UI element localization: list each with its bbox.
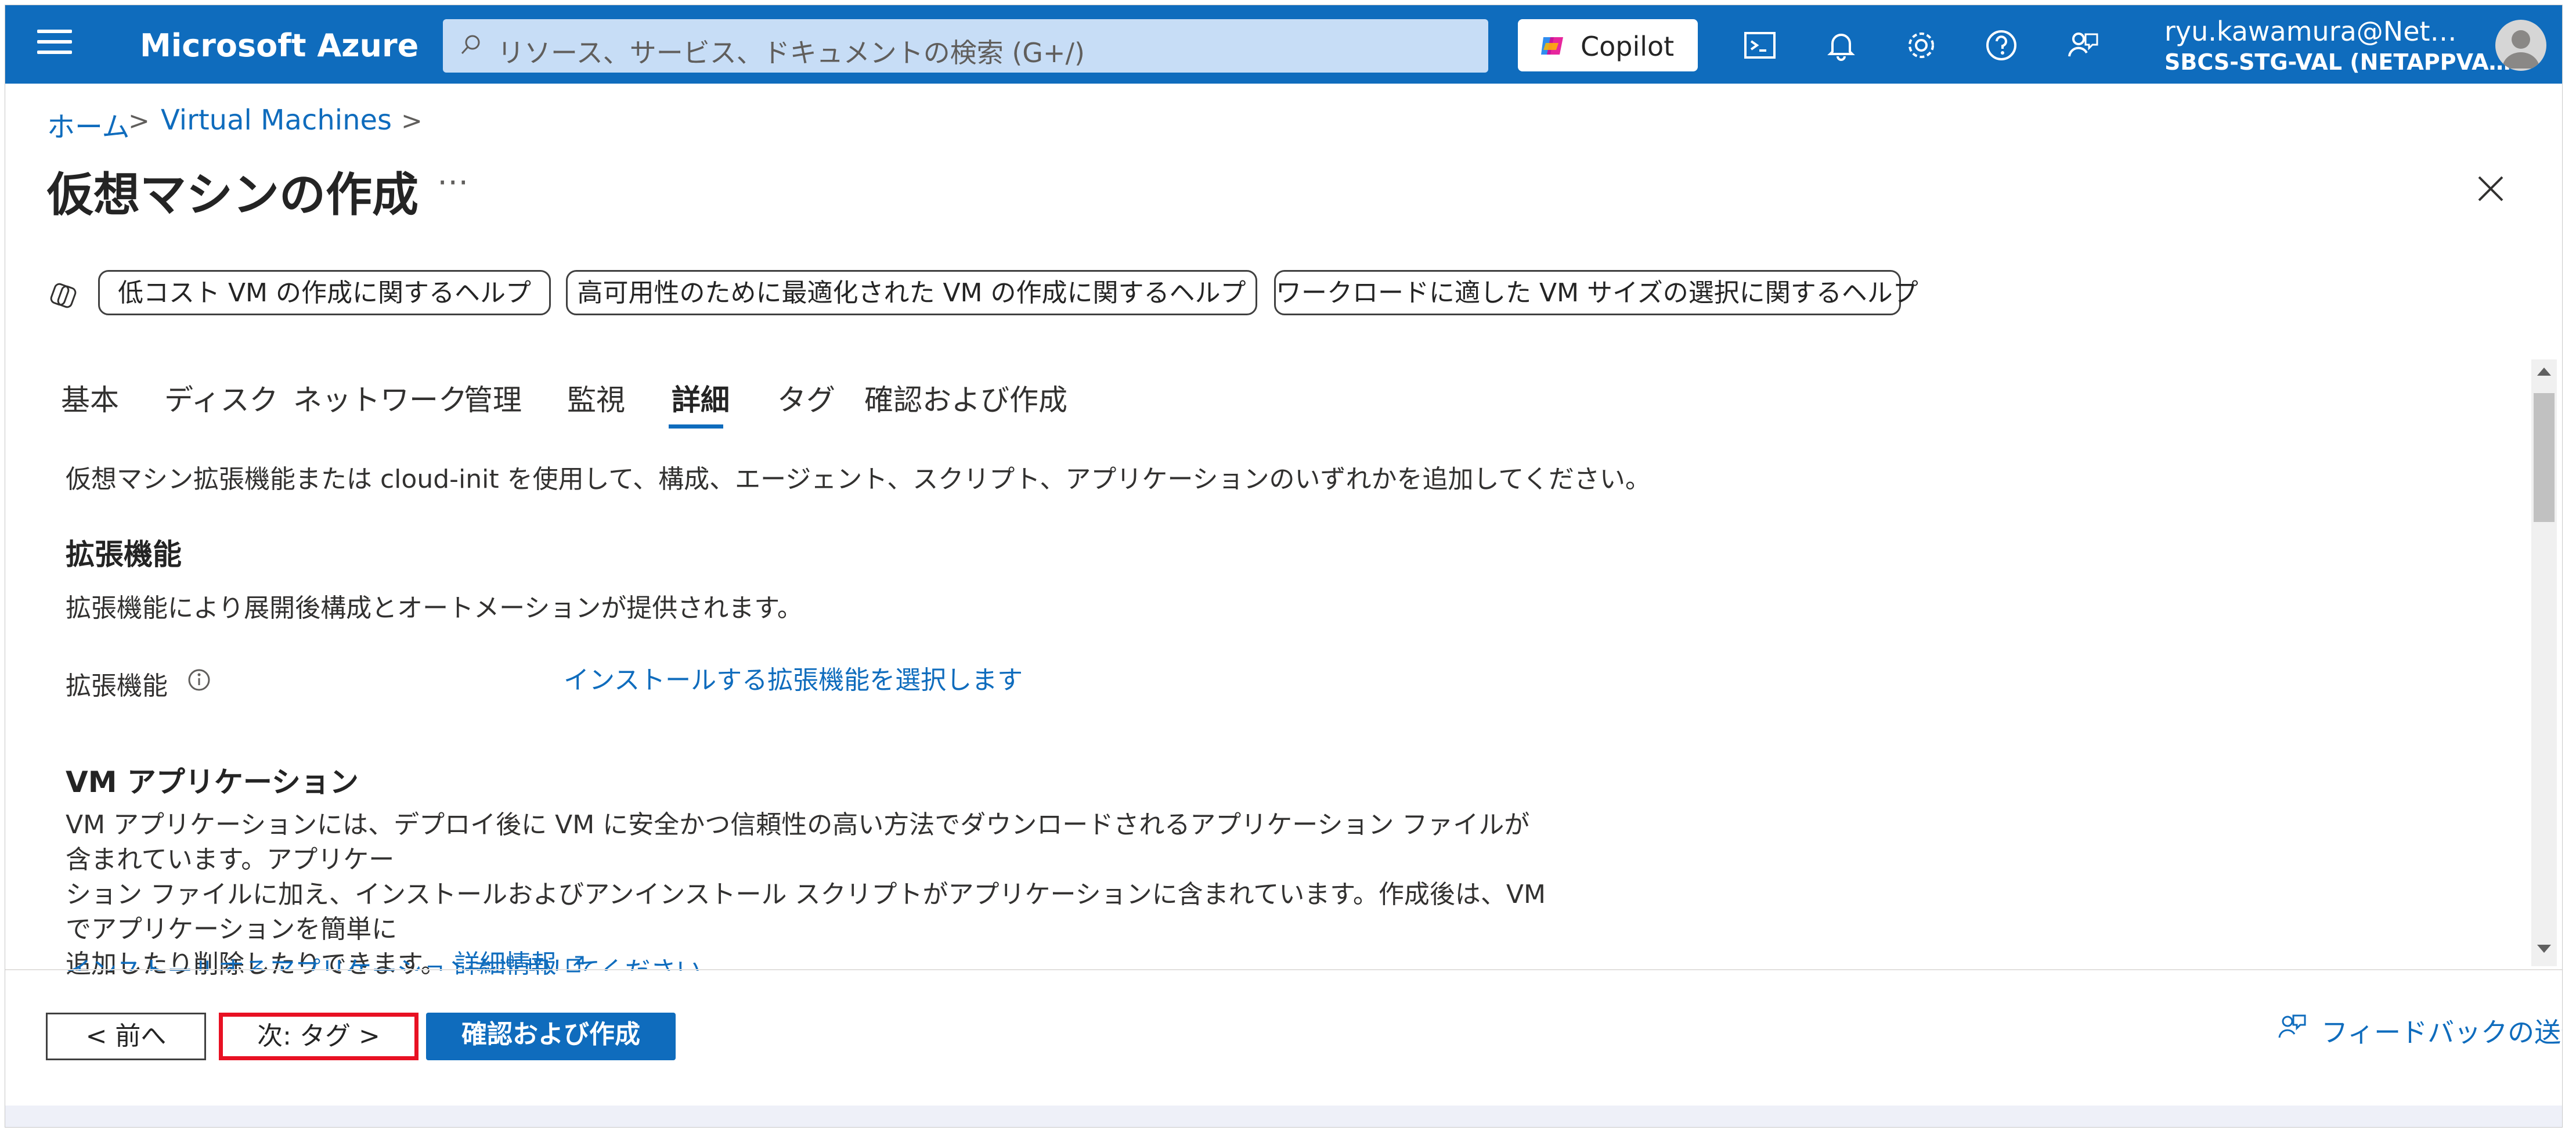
vm-applications-line-2: ション ファイルに加え、インストールおよびアンインストール スクリプトがアプリケ… xyxy=(66,880,1546,944)
help-icon[interactable] xyxy=(1982,26,2021,64)
scrollbar-thumb[interactable] xyxy=(2534,393,2555,522)
close-icon[interactable] xyxy=(2474,172,2507,205)
tab-tags[interactable]: タグ xyxy=(777,377,835,419)
info-icon[interactable] xyxy=(186,667,212,693)
tab-disks[interactable]: ディスク xyxy=(164,377,279,419)
scroll-up-arrow-icon[interactable] xyxy=(2537,368,2551,376)
scroll-down-arrow-icon[interactable] xyxy=(2537,945,2551,953)
review-create-button[interactable]: 確認および作成 xyxy=(426,1013,676,1060)
feedback-icon[interactable] xyxy=(2275,1010,2308,1043)
help-low-cost-vm-button[interactable]: 低コスト VM の作成に関するヘルプ xyxy=(98,270,551,315)
search-icon xyxy=(461,35,480,55)
tab-review-create[interactable]: 確認および作成 xyxy=(864,377,1067,419)
user-tenant[interactable]: SBCS-STG-VAL (NETAPPVA… xyxy=(2164,49,2511,75)
active-tab-indicator xyxy=(669,424,723,429)
footer-divider xyxy=(5,969,2562,970)
page-title: 仮想マシンの作成 xyxy=(47,168,418,222)
tab-advanced[interactable]: 詳細 xyxy=(672,377,730,419)
breadcrumb-virtual-machines[interactable]: Virtual Machines xyxy=(161,104,392,136)
settings-gear-icon[interactable] xyxy=(1902,26,1940,64)
azure-portal-window: Microsoft Azure リソース、サービス、ドキュメントの検索 (G+/… xyxy=(5,5,2563,1128)
previous-button[interactable]: < 前へ xyxy=(46,1013,206,1060)
copilot-help-icon xyxy=(50,283,77,308)
notification-bell-icon[interactable] xyxy=(1822,26,1860,64)
copilot-button[interactable]: Copilot xyxy=(1518,19,1698,71)
tab-networking[interactable]: ネットワーク xyxy=(293,377,467,419)
brand-title[interactable]: Microsoft Azure xyxy=(140,27,418,64)
next-tags-button[interactable]: 次: タグ > xyxy=(219,1013,418,1060)
select-applications-link[interactable]: インストールするアプリケーションを選択してください xyxy=(66,950,702,971)
tab-basics[interactable]: 基本 xyxy=(61,377,119,419)
intro-text: 仮想マシン拡張機能または cloud-init を使用して、構成、エージェント、… xyxy=(66,465,1651,494)
bottom-strip xyxy=(5,1106,2562,1127)
breadcrumb-separator: > xyxy=(128,106,150,136)
copilot-label: Copilot xyxy=(1581,31,1675,62)
copilot-icon xyxy=(1541,37,1563,55)
help-vm-size-button[interactable]: ワークロードに適した VM サイズの選択に関するヘルプ xyxy=(1274,270,1918,315)
vm-applications-line-1: VM アプリケーションには、デプロイ後に VM に安全かつ信頼性の高い方法でダウ… xyxy=(66,810,1530,874)
user-name[interactable]: ryu.kawamura@Net… xyxy=(2164,16,2457,47)
send-feedback-link[interactable]: フィードバックの送信 xyxy=(2321,1011,2562,1050)
cloud-shell-icon[interactable] xyxy=(1741,26,1779,64)
tab-monitoring[interactable]: 監視 xyxy=(567,377,625,419)
search-placeholder: リソース、サービス、ドキュメントの検索 (G+/) xyxy=(497,37,1085,69)
extensions-description: 拡張機能により展開後構成とオートメーションが提供されます。 xyxy=(66,593,803,623)
tab-management[interactable]: 管理 xyxy=(464,377,522,419)
vm-applications-heading: VM アプリケーション xyxy=(66,765,359,799)
search-input[interactable]: リソース、サービス、ドキュメントの検索 (G+/) xyxy=(443,19,1488,73)
menu-icon[interactable] xyxy=(37,30,72,59)
top-bar: Microsoft Azure リソース、サービス、ドキュメントの検索 (G+/… xyxy=(5,5,2562,84)
select-extensions-link[interactable]: インストールする拡張機能を選択します xyxy=(564,659,1023,696)
feedback-icon[interactable] xyxy=(2063,26,2102,64)
breadcrumb-separator: > xyxy=(401,106,423,136)
breadcrumb-home[interactable]: ホーム xyxy=(47,104,130,145)
more-options-button[interactable]: ⋯ xyxy=(437,163,470,200)
avatar-icon[interactable] xyxy=(2495,20,2546,71)
help-high-availability-vm-button[interactable]: 高可用性のために最適化された VM の作成に関するヘルプ xyxy=(566,270,1257,315)
extensions-label: 拡張機能 xyxy=(66,671,168,701)
extensions-heading: 拡張機能 xyxy=(66,538,182,571)
